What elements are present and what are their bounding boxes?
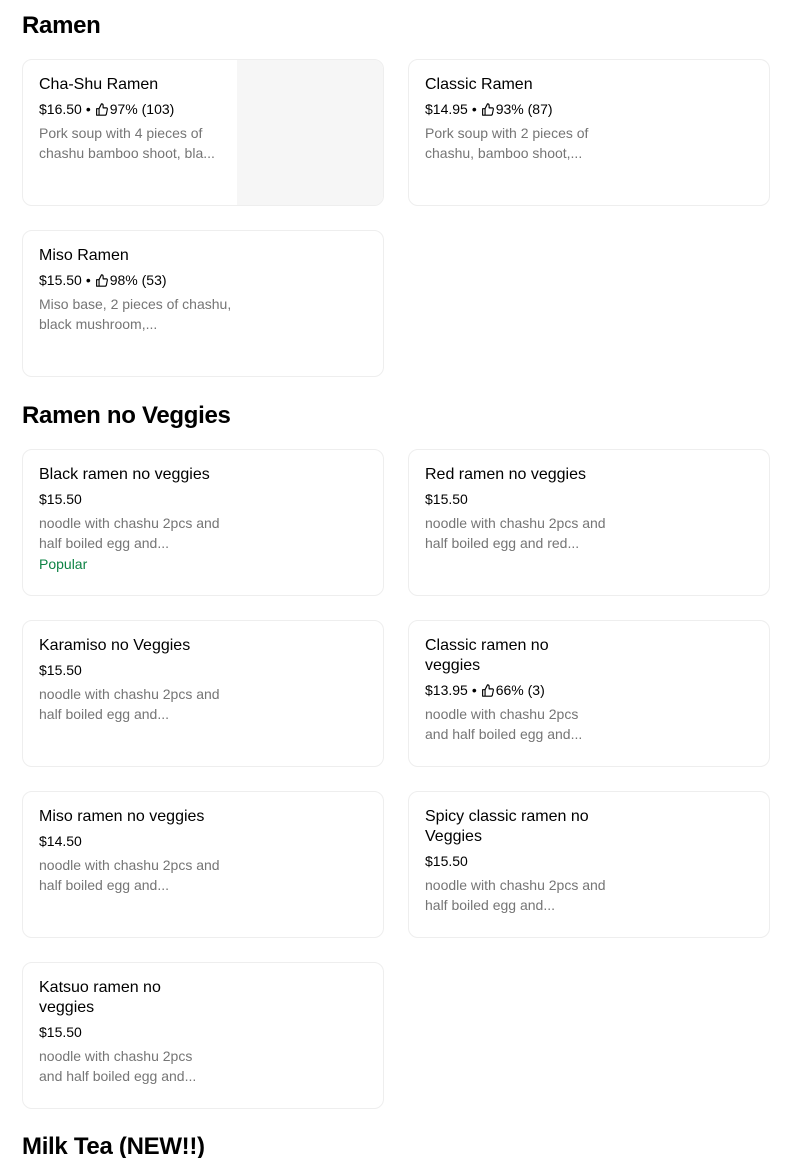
item-description: noodle with chashu 2pcs and half boiled …	[425, 877, 606, 913]
item-meta: $15.50	[39, 661, 239, 679]
menu-item-card[interactable]: Red ramen no veggies $15.50 noodle with …	[408, 449, 770, 596]
item-meta: $13.95 • 66% (3)	[425, 681, 605, 699]
menu-item-card[interactable]: Karamiso no Veggies $15.50 noodle with c…	[22, 620, 384, 767]
section-title-milk-tea: Milk Tea (NEW!!)	[22, 1133, 205, 1158]
item-price: $14.50	[39, 833, 82, 849]
item-meta: $15.50	[39, 490, 239, 508]
menu-item-card[interactable]: Katsuo ramen no veggies $15.50 noodle wi…	[22, 962, 384, 1109]
item-price: $15.50	[425, 491, 468, 507]
menu-item-card[interactable]: Classic Ramen $14.95 • 93% (87) Pork sou…	[408, 59, 770, 206]
item-meta: $15.50	[425, 490, 625, 508]
item-rating: 66% (3)	[495, 682, 545, 698]
item-name: Miso ramen no veggies	[39, 808, 205, 825]
item-meta: $15.50	[425, 852, 615, 870]
item-description: noodle with chashu 2pcs and half boiled …	[39, 1048, 197, 1084]
popular-badge: Popular	[39, 556, 88, 572]
item-price: $13.95	[425, 682, 468, 698]
separator-dot: •	[471, 682, 477, 698]
item-meta: $16.50 • 97% (103)	[39, 100, 239, 118]
menu-item-card[interactable]: Spicy classic ramen no Veggies $15.50 no…	[408, 791, 770, 938]
item-rating: 98% (53)	[109, 272, 167, 288]
item-description: noodle with chashu 2pcs and half boiled …	[39, 686, 220, 722]
item-price: $15.50	[39, 272, 82, 288]
item-description: Pork soup with 4 pieces of chashu bamboo…	[39, 125, 215, 161]
menu-item-card[interactable]: Miso Ramen $15.50 • 98% (53) Miso base, …	[22, 230, 384, 377]
item-description: Pork soup with 2 pieces of chashu, bambo…	[425, 125, 589, 161]
item-name: Katsuo ramen no veggies	[39, 979, 161, 1016]
item-name: Miso Ramen	[39, 247, 129, 264]
item-name: Cha-Shu Ramen	[39, 76, 159, 93]
item-image-placeholder	[237, 60, 383, 205]
thumbs-up-icon	[95, 102, 108, 116]
menu-item-card[interactable]: Black ramen no veggies $15.50 noodle wit…	[22, 449, 384, 596]
item-name: Black ramen no veggies	[39, 466, 210, 483]
item-meta: $14.50	[39, 832, 239, 850]
item-price: $15.50	[39, 491, 82, 507]
item-price: $14.95	[425, 101, 468, 117]
item-name: Karamiso no Veggies	[39, 637, 191, 654]
thumbs-up-icon	[481, 683, 494, 697]
separator-dot: •	[471, 101, 477, 117]
item-price: $15.50	[39, 662, 82, 678]
item-description: noodle with chashu 2pcs and half boiled …	[39, 515, 220, 551]
item-meta: $14.95 • 93% (87)	[425, 100, 625, 118]
menu-item-card[interactable]: Miso ramen no veggies $14.50 noodle with…	[22, 791, 384, 938]
item-description: Miso base, 2 pieces of chashu, black mus…	[39, 296, 232, 332]
item-rating: 93% (87)	[495, 101, 553, 117]
item-rating: 97% (103)	[109, 101, 175, 117]
item-name: Classic ramen no veggies	[425, 637, 549, 674]
item-meta: $15.50	[39, 1023, 199, 1041]
item-price: $15.50	[425, 853, 468, 869]
item-meta: $15.50 • 98% (53)	[39, 271, 239, 289]
item-description: noodle with chashu 2pcs and half boiled …	[39, 857, 220, 893]
item-name: Red ramen no veggies	[425, 466, 586, 483]
thumbs-up-icon	[95, 273, 108, 287]
separator-dot: •	[85, 272, 91, 288]
menu-item-card[interactable]: Cha-Shu Ramen $16.50 • 97% (103) Pork so…	[22, 59, 384, 206]
section-title-ramen-no-veggies: Ramen no Veggies	[22, 402, 231, 429]
thumbs-up-icon	[481, 102, 494, 116]
menu-item-card[interactable]: Classic ramen no veggies $13.95 • 66% (3…	[408, 620, 770, 767]
item-description: noodle with chashu 2pcs and half boiled …	[425, 706, 583, 742]
separator-dot: •	[85, 101, 91, 117]
item-price: $15.50	[39, 1024, 82, 1040]
item-name: Spicy classic ramen no Veggies	[425, 808, 589, 845]
item-name: Classic Ramen	[425, 76, 533, 93]
section-title-ramen: Ramen	[22, 12, 101, 39]
item-price: $16.50	[39, 101, 82, 117]
item-description: noodle with chashu 2pcs and half boiled …	[425, 515, 606, 551]
